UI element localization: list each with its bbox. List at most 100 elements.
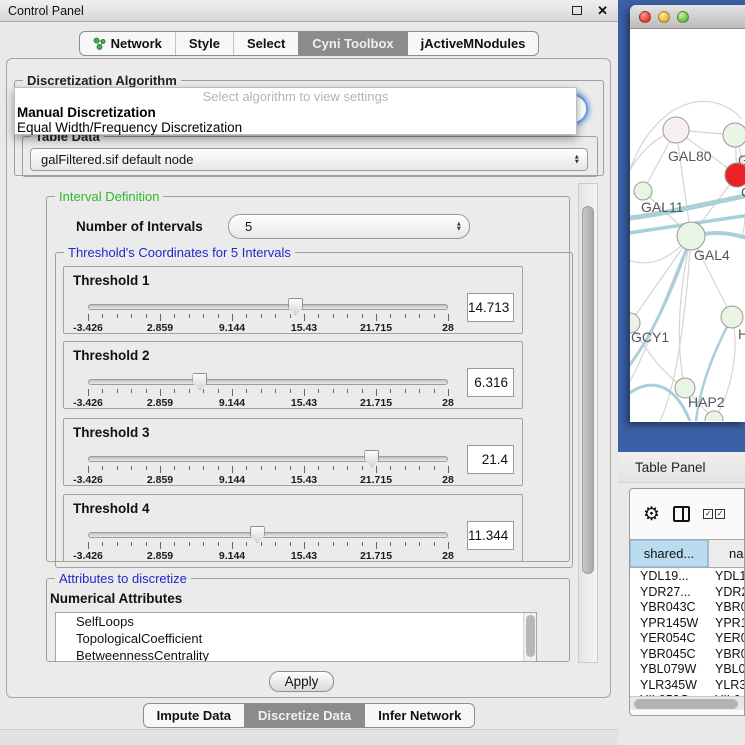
numerical-attributes-list[interactable]: SelfLoopsTopologicalCoefficientBetweenne… [55,612,537,662]
threshold-slider[interactable] [88,379,448,385]
attributes-scrollbar-thumb[interactable] [526,615,535,657]
control-panel-footer [0,729,618,745]
node-label-hap2: HAP2 [688,394,725,410]
table-row[interactable]: YDL19...YDL1 [630,569,745,585]
threshold-panel-3: Threshold 3-3.4262.8599.14415.4321.71528… [63,418,523,486]
algorithm-dropdown-popup: Select algorithm to view settings Manual… [14,87,577,135]
table-row[interactable]: YBR043CYBR0 [630,600,745,616]
numerical-attributes-label: Numerical Attributes [50,591,182,606]
table-row[interactable]: YBR045CYBR0 [630,647,745,663]
threshold-value-field[interactable]: 14.713 [467,293,514,322]
node-label-gal80: GAL80 [668,148,712,164]
threshold-slider[interactable] [88,532,448,538]
tab-jactivemnodules[interactable]: jActiveMNodules [407,32,539,55]
column-header-shared[interactable]: shared... [630,540,708,567]
cell-name: YDR2 [708,585,745,601]
cell-shared-name: YDL19... [630,569,708,585]
checkbox-icon[interactable]: ✓ [715,509,725,519]
network-node-g-partial[interactable] [723,123,745,147]
threshold-slider-thumb[interactable] [288,298,303,315]
attribute-item-betweennesscentrality[interactable]: BetweennessCentrality [56,647,536,662]
network-node-h-partial[interactable] [721,306,743,328]
cell-shared-name: YER054C [630,631,708,647]
cell-name: YER0 [708,631,745,647]
cell-name: YBR0 [708,647,745,663]
minimize-traffic-light-icon[interactable] [658,11,670,23]
table-hscrollbar-thumb[interactable] [634,699,738,709]
cell-shared-name: YBR043C [630,600,708,616]
control-panel-title: Control Panel [8,4,84,18]
threshold-panel-2: Threshold 2-3.4262.8599.14415.4321.71528… [63,341,523,409]
table-row[interactable]: YLR345WYLR3 [630,678,745,694]
node-label-gal11: GAL11 [641,199,684,215]
tab-label: Network [111,36,162,51]
tab-style[interactable]: Style [175,32,233,55]
table-row[interactable]: YPR145WYPR1 [630,616,745,632]
attributes-scrollbar[interactable] [523,613,536,661]
threshold-slider-thumb[interactable] [250,526,265,543]
tab-discretize-data[interactable]: Discretize Data [244,704,364,727]
cell-shared-name: YLR345W [630,678,708,694]
algorithm-group-title: Discretization Algorithm [23,73,181,88]
threshold-slider-thumb[interactable] [192,373,207,390]
slider-tick-labels: -3.4262.8599.14415.4321.71528 [88,550,448,561]
number-of-intervals-label: Number of Intervals [76,219,203,234]
stepper-arrows-icon: ▲▼ [574,154,580,165]
table-panel-titlebar: Table Panel [618,452,745,483]
attributes-group-title: Attributes to discretize [55,571,191,586]
threshold-label: Threshold 4 [73,501,150,516]
threshold-value-field[interactable]: 6.316 [467,368,514,397]
threshold-slider[interactable] [88,304,448,310]
columns-icon[interactable] [673,506,690,522]
threshold-value-field[interactable]: 11.344 [467,521,514,550]
table-toolbar: ⚙ ✓ ✓ [630,489,744,539]
table-row[interactable]: YBL079WYBL0 [630,662,745,678]
attribute-item-selfloops[interactable]: SelfLoops [56,613,536,630]
network-node-gal80[interactable] [663,117,689,143]
cell-name: YDL1 [708,569,745,585]
cell-shared-name: YBL079W [630,662,708,678]
close-icon[interactable]: ✕ [597,6,608,16]
attribute-item-topologicalcoefficient[interactable]: TopologicalCoefficient [56,630,536,647]
tab-select[interactable]: Select [233,32,298,55]
node-table: ⚙ ✓ ✓ shared... na YDL19...YDL1YDR27...Y… [629,488,745,716]
table-hscrollbar[interactable] [630,696,744,710]
settings-scrollbar-thumb[interactable] [582,206,594,574]
table-row[interactable]: YDR27...YDR2 [630,585,745,601]
threshold-slider-thumb[interactable] [364,450,379,467]
algorithm-option-equal-width-frequency-discretization[interactable]: Equal Width/Frequency Discretization [15,120,576,135]
tab-cyni-toolbox[interactable]: Cyni Toolbox [298,32,406,55]
apply-button[interactable]: Apply [269,671,334,692]
table-data-combobox[interactable]: galFiltered.sif default node ▲▼ [30,148,588,171]
stepper-arrows-icon: ▲▼ [456,221,462,232]
table-row[interactable]: YER054CYER0 [630,631,745,647]
tab-network[interactable]: Network [80,32,175,55]
threshold-value-field[interactable]: 21.4 [467,445,514,474]
number-of-intervals-value: 5 [245,219,252,234]
close-traffic-light-icon[interactable] [639,11,651,23]
network-icon [93,37,106,50]
table-panel: Table Panel ⚙ ✓ ✓ shared... na YDL19...Y… [618,452,745,745]
number-of-intervals-combobox[interactable]: 5 ▲▼ [228,214,470,239]
checkbox-icon[interactable]: ✓ [703,509,713,519]
gear-icon[interactable]: ⚙ [643,505,660,524]
table-panel-title: Table Panel [635,460,706,475]
threshold-panel-4: Threshold 4 -3.4262.8599.14415.4321.71528… [63,494,523,562]
settings-scrollbar[interactable] [578,183,598,663]
threshold-slider[interactable] [88,456,448,462]
network-canvas[interactable]: GAL80GACGAL11GAL4GCY1HHAP2 [630,29,745,421]
table-body: YDL19...YDL1YDR27...YDR2YBR043CYBR0YPR14… [630,569,745,699]
column-header-name[interactable]: na [708,540,745,567]
top-tabgroup: Network StyleSelectCyni ToolboxjActiveMNo… [79,31,540,56]
network-node-gal4[interactable] [677,222,705,250]
interval-definition-title: Interval Definition [55,189,163,204]
algorithm-option-manual-discretization[interactable]: Manual Discretization [15,105,576,120]
network-node-gal11[interactable] [634,182,652,200]
float-window-icon[interactable] [572,6,582,15]
tab-label: Discretize Data [258,708,351,723]
algorithm-popup-options: Manual DiscretizationEqual Width/Frequen… [15,105,576,135]
zoom-traffic-light-icon[interactable] [677,11,689,23]
tab-impute-data[interactable]: Impute Data [144,704,244,727]
tab-infer-network[interactable]: Infer Network [364,704,474,727]
cell-name: YPR1 [708,616,745,632]
